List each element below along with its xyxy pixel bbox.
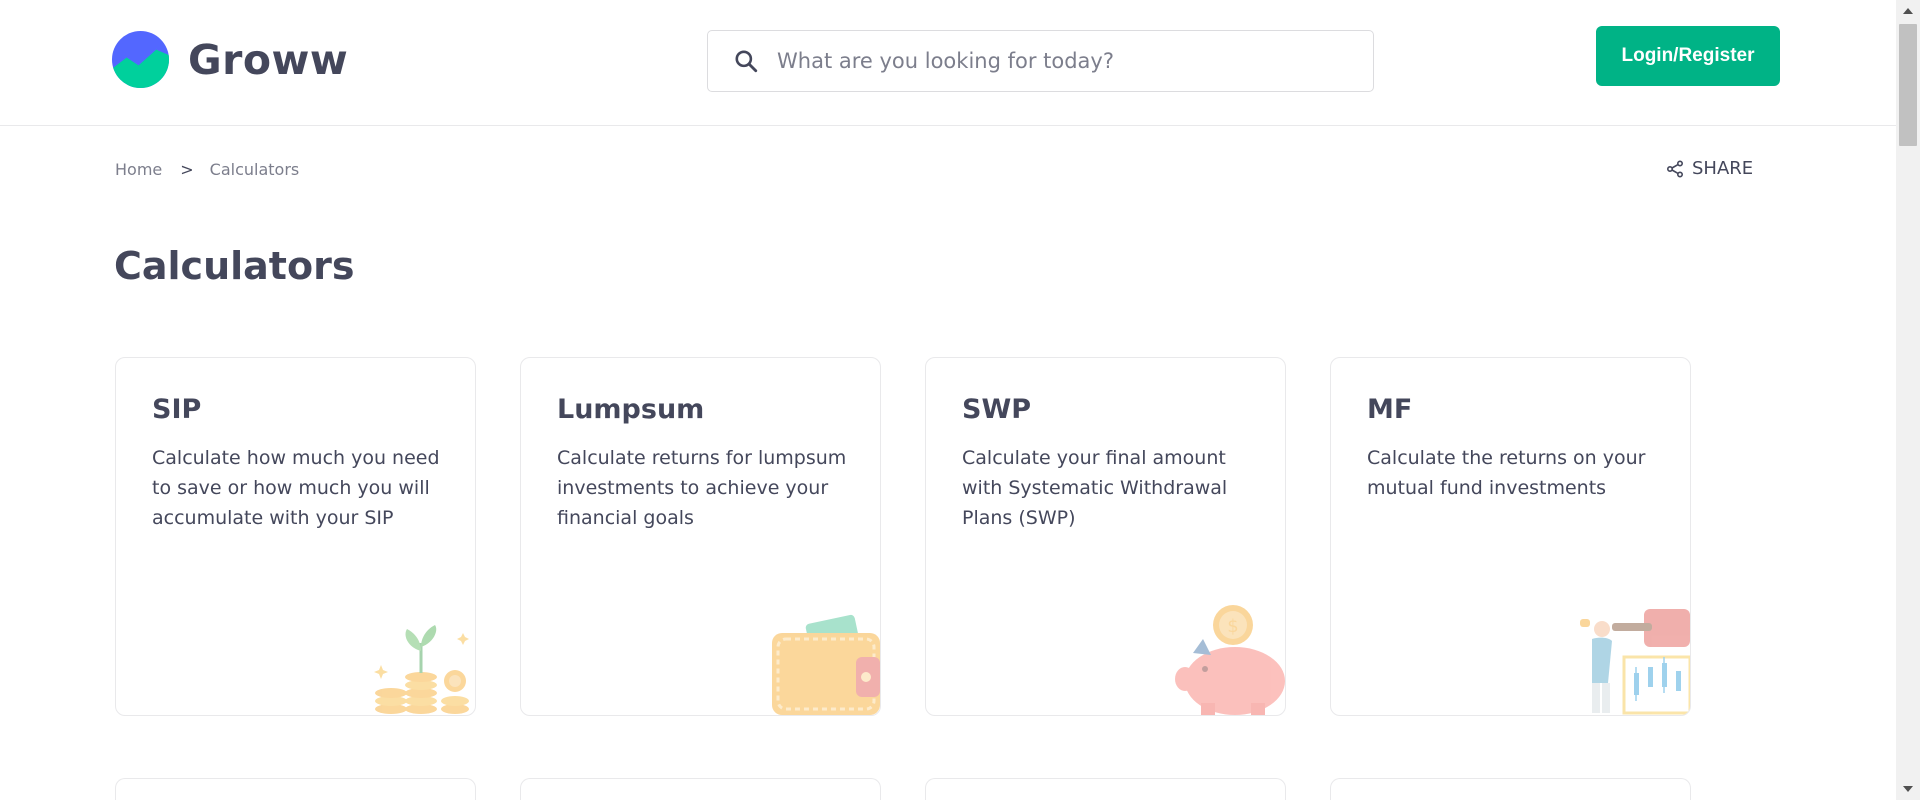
search-input[interactable] (777, 49, 1337, 73)
groww-logo-icon (111, 30, 170, 89)
calculator-card-partial[interactable] (1330, 778, 1691, 800)
scroll-up-arrow-icon[interactable] (1896, 0, 1920, 22)
card-description: Calculate your final amount with Systema… (962, 447, 1228, 529)
svg-text:$: $ (1227, 616, 1238, 637)
breadcrumb-home[interactable]: Home (115, 160, 162, 179)
search-icon (735, 50, 758, 73)
share-icon (1666, 159, 1684, 178)
calculator-card-lumpsum[interactable]: Lumpsum Calculate returns for lumpsum in… (520, 357, 881, 716)
breadcrumb: Home > Calculators (115, 160, 299, 179)
scroll-down-arrow-icon[interactable] (1896, 778, 1920, 800)
vertical-scrollbar[interactable] (1896, 0, 1920, 800)
card-title: Lumpsum (557, 394, 705, 425)
coins-plant-icon (374, 625, 469, 714)
calculator-card-partial[interactable] (115, 778, 476, 800)
card-title: SWP (962, 394, 1032, 425)
brand-name: Groww (188, 35, 349, 84)
card-description: Calculate returns for lumpsum investment… (557, 447, 847, 529)
login-register-button[interactable]: Login/Register (1596, 26, 1780, 86)
investor-chart-icon (1580, 609, 1690, 715)
page-title: Calculators (114, 244, 355, 288)
share-button[interactable]: SHARE (1666, 158, 1753, 179)
groww-logo[interactable]: Groww (111, 30, 348, 89)
card-title: MF (1367, 394, 1413, 425)
calculator-card-partial[interactable] (520, 778, 881, 800)
breadcrumb-current: Calculators (209, 160, 300, 179)
scrollbar-thumb[interactable] (1899, 24, 1917, 146)
card-title: SIP (152, 394, 202, 425)
wallet-icon (772, 614, 880, 715)
card-description: Calculate the returns on your mutual fun… (1367, 447, 1646, 499)
calculator-card-sip[interactable]: SIP Calculate how much you need to save … (115, 357, 476, 716)
calculator-card-mf[interactable]: MF Calculate the returns on your mutual … (1330, 357, 1691, 716)
search-bar[interactable] (707, 30, 1374, 92)
calculator-card-partial[interactable] (925, 778, 1286, 800)
share-label: SHARE (1692, 158, 1754, 179)
card-description: Calculate how much you need to save or h… (152, 447, 440, 529)
piggy-bank-icon: $ (1175, 605, 1285, 715)
breadcrumb-separator: > (180, 160, 194, 179)
top-header: Groww Login/Register (0, 0, 1896, 126)
calculator-card-swp[interactable]: SWP Calculate your final amount with Sys… (925, 357, 1286, 716)
